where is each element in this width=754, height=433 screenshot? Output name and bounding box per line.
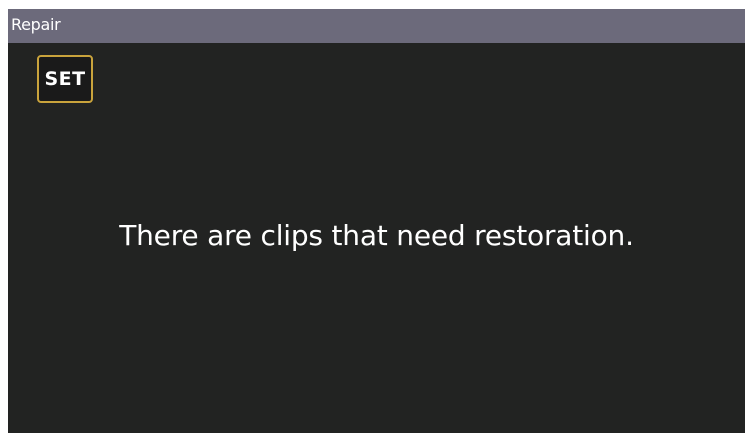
title-bar: Repair	[8, 9, 745, 43]
repair-screen: Repair SET There are clips that need res…	[8, 9, 745, 433]
set-button[interactable]: SET	[37, 55, 93, 103]
screen-title: Repair	[11, 15, 61, 34]
restoration-message: There are clips that need restoration.	[119, 219, 634, 252]
